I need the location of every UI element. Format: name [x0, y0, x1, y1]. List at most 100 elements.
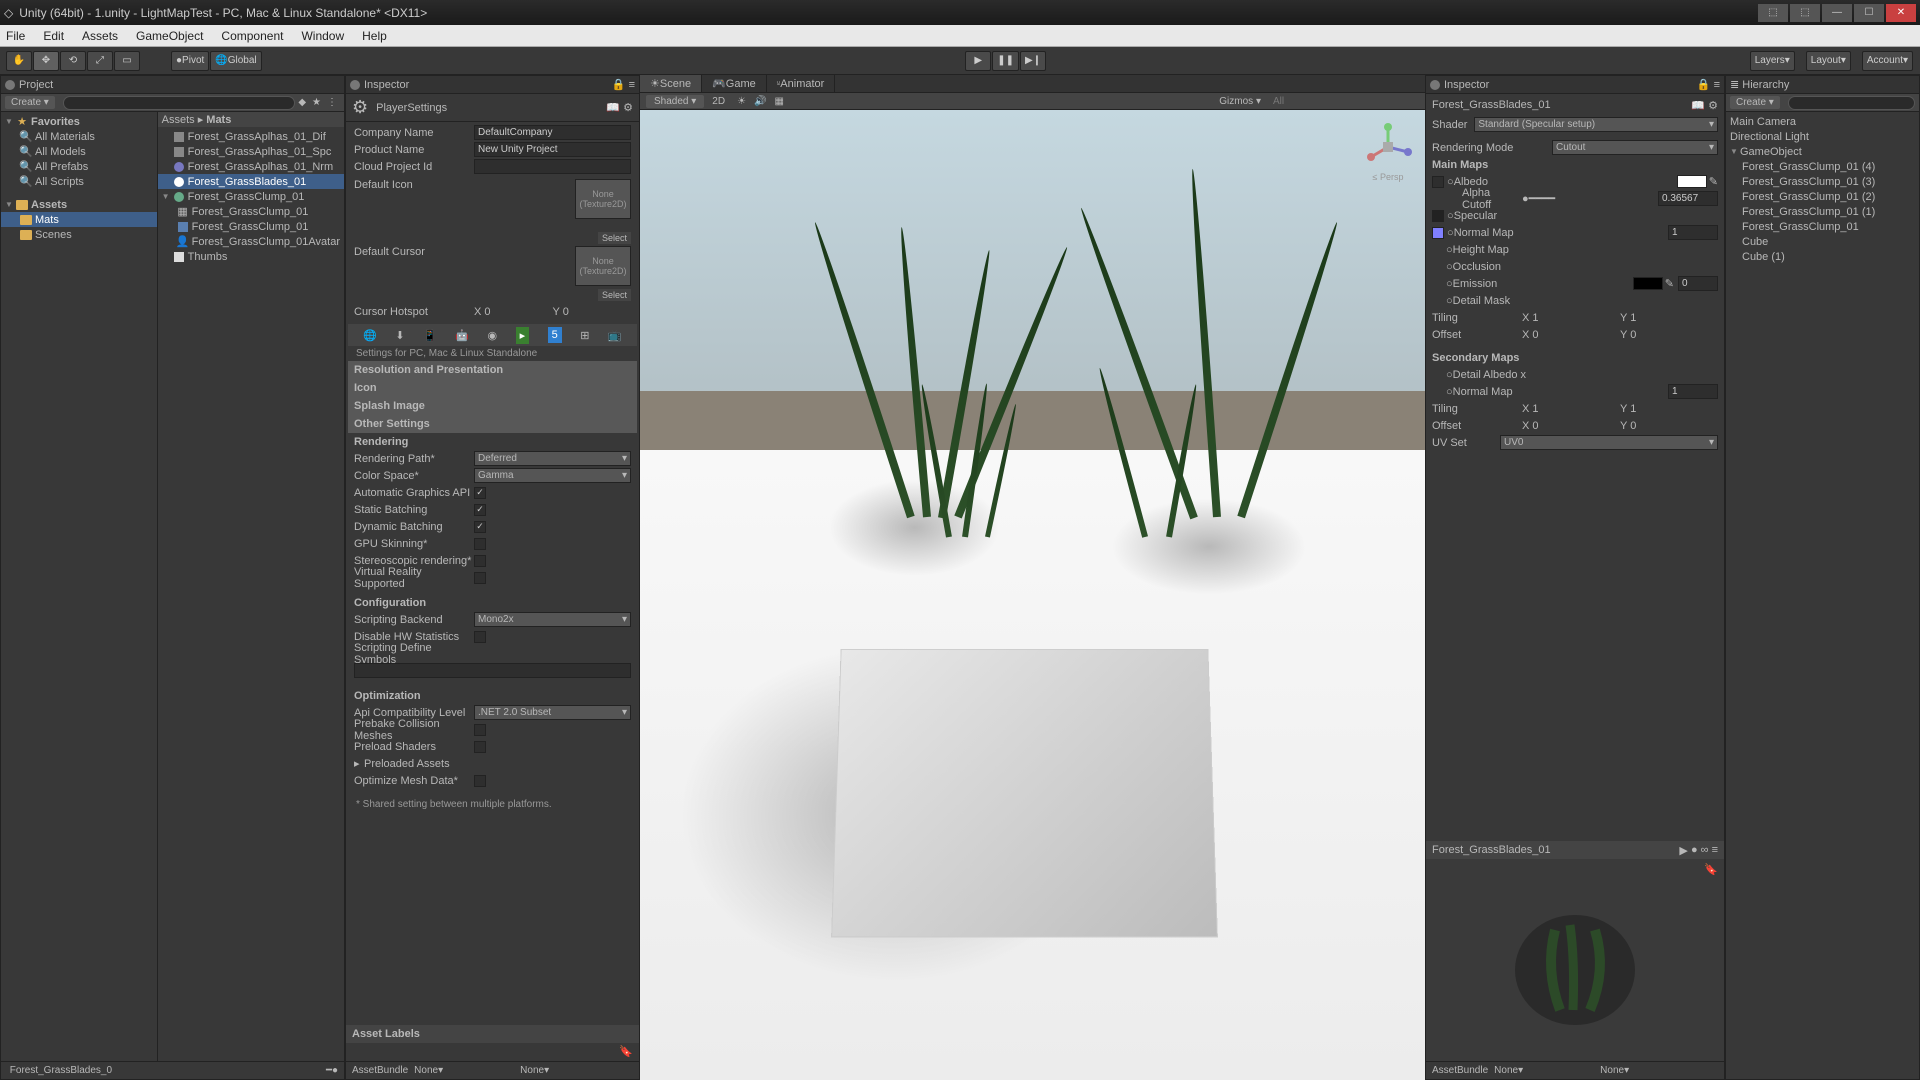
- hierarchy-tab[interactable]: ≣ Hierarchy: [1726, 76, 1919, 94]
- menu-file[interactable]: File: [6, 29, 25, 43]
- inspector-left-tab[interactable]: Inspector🔒 ≡: [346, 76, 639, 94]
- play-button[interactable]: ▶: [965, 51, 991, 71]
- mat-preset-icon[interactable]: ⚙: [1708, 99, 1718, 112]
- select-icon-button[interactable]: Select: [598, 232, 631, 244]
- asset-grassclump-mat[interactable]: ▼Forest_GrassClump_01: [158, 189, 344, 204]
- select-cursor-button[interactable]: Select: [598, 289, 631, 301]
- layers-dropdown[interactable]: Layers ▾: [1750, 51, 1795, 71]
- scripting-backend-dropdown[interactable]: Mono2x▾: [474, 612, 631, 627]
- disable-hw-checkbox[interactable]: [474, 631, 486, 643]
- fx-toggle-icon[interactable]: ▦: [775, 96, 784, 107]
- hier-gameobject[interactable]: ▼GameObject: [1726, 144, 1919, 159]
- optimize-mesh-checkbox[interactable]: [474, 775, 486, 787]
- menu-icon[interactable]: ≡: [629, 79, 635, 91]
- menu-window[interactable]: Window: [301, 29, 344, 43]
- platform-android-icon[interactable]: 🤖: [455, 329, 469, 342]
- step-button[interactable]: ▶❙: [1020, 51, 1046, 71]
- scale-tool[interactable]: ⤢: [87, 51, 113, 71]
- rendering-path-dropdown[interactable]: Deferred▾: [474, 451, 631, 466]
- default-icon-slot[interactable]: None (Texture2D): [575, 179, 631, 219]
- shaded-dropdown[interactable]: Shaded ▾: [646, 95, 704, 108]
- hier-cube[interactable]: Cube: [1726, 234, 1919, 249]
- preview-menu-icon[interactable]: ≡: [1712, 844, 1718, 856]
- asset-grassclump-prefab[interactable]: Forest_GrassClump_01: [158, 219, 344, 234]
- gpu-skinning-checkbox[interactable]: [474, 538, 486, 550]
- stereo-checkbox[interactable]: [474, 555, 486, 567]
- assetbundle-name-dropdown[interactable]: None▾: [414, 1065, 514, 1076]
- 2d-toggle[interactable]: 2D: [712, 96, 725, 107]
- menu-gameobject[interactable]: GameObject: [136, 29, 203, 43]
- default-cursor-slot[interactable]: None (Texture2D): [575, 246, 631, 286]
- menu-icon-r[interactable]: ≡: [1714, 79, 1720, 91]
- close-button[interactable]: ✕: [1886, 4, 1916, 22]
- animator-tab[interactable]: ⸚ Animator: [767, 75, 836, 92]
- section-other[interactable]: Other Settings: [348, 415, 637, 433]
- dynamic-batching-checkbox[interactable]: [474, 521, 486, 533]
- albedo-color[interactable]: [1677, 175, 1707, 188]
- asset-dif[interactable]: Forest_GrassAplhas_01_Dif: [158, 129, 344, 144]
- platform-win-icon[interactable]: ⊞: [580, 329, 589, 342]
- fav-all-materials[interactable]: 🔍All Materials: [1, 129, 157, 144]
- preset-icon[interactable]: ⚙: [623, 101, 633, 114]
- menu-assets[interactable]: Assets: [82, 29, 118, 43]
- emission-value[interactable]: [1678, 276, 1718, 291]
- vr-checkbox[interactable]: [474, 572, 486, 584]
- section-splash[interactable]: Splash Image: [348, 397, 637, 415]
- normal-tex-slot[interactable]: [1432, 227, 1444, 239]
- normal-value[interactable]: [1668, 225, 1718, 240]
- eyedropper-icon[interactable]: ✎: [1709, 175, 1718, 188]
- platform-web-icon[interactable]: 🌐: [363, 329, 377, 342]
- platform-tizen-icon[interactable]: ◉: [488, 329, 498, 342]
- prebake-collision-checkbox[interactable]: [474, 724, 486, 736]
- slider-icon[interactable]: ━●: [326, 1065, 338, 1076]
- pause-button[interactable]: ❚❚: [992, 51, 1019, 71]
- project-create[interactable]: Create ▾: [5, 96, 55, 109]
- hier-grassclump-0[interactable]: Forest_GrassClump_01: [1726, 219, 1919, 234]
- help-icon[interactable]: 📖: [606, 101, 620, 114]
- platform-webgl-icon[interactable]: 5: [548, 327, 562, 343]
- menu-edit[interactable]: Edit: [43, 29, 64, 43]
- normal2-value[interactable]: [1668, 384, 1718, 399]
- titlebar-extra-2[interactable]: ⬚: [1790, 4, 1820, 22]
- asset-spc[interactable]: Forest_GrassAplhas_01_Spc: [158, 144, 344, 159]
- titlebar-extra-1[interactable]: ⬚: [1758, 4, 1788, 22]
- orientation-gizmo[interactable]: ≤ Persp: [1363, 122, 1413, 172]
- light-toggle-icon[interactable]: ☀: [737, 96, 746, 107]
- hierarchy-search[interactable]: [1788, 96, 1915, 110]
- lock-icon[interactable]: 🔒: [612, 78, 626, 91]
- account-dropdown[interactable]: Account ▾: [1862, 51, 1913, 71]
- static-batching-checkbox[interactable]: [474, 504, 486, 516]
- favorites-root[interactable]: ▼★Favorites: [1, 114, 157, 129]
- lock-icon-r[interactable]: 🔒: [1697, 78, 1711, 91]
- mat-help-icon[interactable]: 📖: [1691, 99, 1705, 112]
- asset-nrm[interactable]: Forest_GrassAplhas_01_Nrm: [158, 159, 344, 174]
- company-name-input[interactable]: [474, 125, 631, 140]
- scripting-symbols-input[interactable]: [354, 663, 631, 678]
- asset-grassclump-avatar[interactable]: 👤Forest_GrassClump_01Avatar: [158, 234, 344, 249]
- fav-all-scripts[interactable]: 🔍All Scripts: [1, 174, 157, 189]
- preview-play-icon[interactable]: ▶: [1679, 844, 1687, 857]
- pivot-toggle[interactable]: ● Pivot: [171, 51, 209, 71]
- platform-ios-icon[interactable]: 📱: [423, 329, 437, 342]
- assets-root[interactable]: ▼Assets: [1, 197, 157, 212]
- shader-dropdown[interactable]: Standard (Specular setup)▾: [1474, 117, 1718, 132]
- assetbundle-variant-dropdown[interactable]: None▾: [520, 1065, 570, 1076]
- hier-grassclump-1[interactable]: Forest_GrassClump_01 (1): [1726, 204, 1919, 219]
- inspector-right-tab[interactable]: Inspector🔒 ≡: [1426, 76, 1724, 94]
- hier-grassclump-3[interactable]: Forest_GrassClump_01 (3): [1726, 174, 1919, 189]
- asset-thumbs[interactable]: Thumbs: [158, 249, 344, 264]
- assetbundle-r-variant-dropdown[interactable]: None▾: [1600, 1065, 1650, 1076]
- hier-grassclump-4[interactable]: Forest_GrassClump_01 (4): [1726, 159, 1919, 174]
- project-tab[interactable]: Project: [1, 76, 344, 94]
- platform-standalone-icon[interactable]: ▸: [516, 327, 530, 344]
- preview-light-icon[interactable]: ●: [1691, 844, 1698, 856]
- scene-viewport[interactable]: ≤ Persp: [640, 110, 1425, 1080]
- api-compat-dropdown[interactable]: .NET 2.0 Subset▾: [474, 705, 631, 720]
- hier-grassclump-2[interactable]: Forest_GrassClump_01 (2): [1726, 189, 1919, 204]
- uvset-dropdown[interactable]: UV0▾: [1500, 435, 1718, 450]
- gizmos-dropdown[interactable]: Gizmos ▾: [1219, 96, 1261, 107]
- emission-color[interactable]: [1633, 277, 1663, 290]
- product-name-input[interactable]: [474, 142, 631, 157]
- audio-toggle-icon[interactable]: 🔊: [754, 96, 766, 107]
- scene-tab[interactable]: ☀ Scene: [640, 75, 702, 92]
